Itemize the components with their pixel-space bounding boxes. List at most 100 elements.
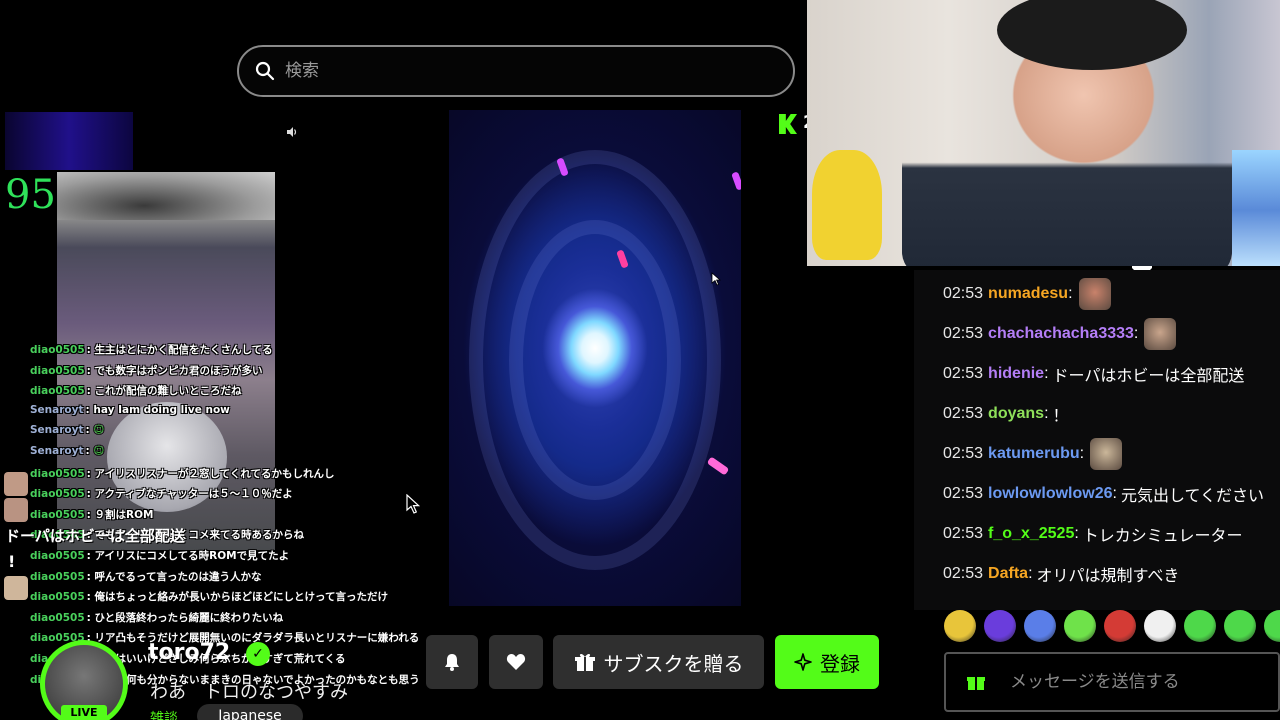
chat-timestamp: 02:53 — [943, 325, 984, 342]
chat-timestamp: 02:53 — [943, 565, 984, 582]
chat-username[interactable]: Dafta — [988, 565, 1028, 583]
search-input[interactable] — [285, 61, 765, 81]
chat-timestamp: 02:53 — [943, 485, 984, 502]
overlay-chat-user: diao0505 — [30, 344, 85, 356]
emote-icon[interactable] — [1064, 610, 1096, 642]
gift-sub-button[interactable]: サブスクを贈る — [553, 635, 764, 689]
chat-timestamp: 02:53 — [943, 365, 984, 382]
search-icon — [255, 61, 275, 81]
overlay-ticker: ドーパはホビーは全部配送 — [5, 527, 185, 545]
volume-icon[interactable] — [286, 126, 298, 138]
overlay-chat-sep: : — [86, 488, 95, 501]
chat-timestamp: 02:53 — [943, 445, 984, 462]
chat-input-box[interactable] — [944, 652, 1280, 712]
chat-separator: : — [1028, 565, 1033, 582]
chat-username[interactable]: numadesu — [988, 285, 1068, 303]
chat-emote-icon — [1090, 438, 1123, 470]
overlay-chat-sep: : — [86, 550, 95, 562]
chat-username[interactable]: doyans — [988, 405, 1044, 423]
overlay-chat-line: diao0505: 呼んでるって言ったのは違う人かな — [30, 569, 261, 589]
overlay-chat-user: diao0505 — [30, 364, 85, 377]
chat-username[interactable]: lowlowlowlow26 — [988, 485, 1112, 503]
chat-message: 02:53 katumerubu: — [943, 434, 1123, 474]
overlay-chat-text: 俺はちょっと絡みが長いからほどほどにしとけって言っただけ — [94, 591, 388, 604]
emote-icon[interactable] — [1104, 610, 1136, 642]
overlay-chat-sep: : — [86, 467, 95, 480]
overlay-chat-text: これが配信の難しいところだね — [94, 385, 242, 398]
spark — [706, 456, 730, 476]
overlay-chat-sep: : — [86, 591, 95, 604]
chat-text: トレカシミュレーター — [1082, 528, 1243, 545]
chat-input[interactable] — [1010, 672, 1270, 692]
chat-separator: : — [1133, 325, 1139, 342]
camera-plush — [812, 150, 882, 260]
chat-text: 元気出してください — [1120, 488, 1264, 505]
chat-emote-icon — [1078, 278, 1111, 310]
chat-username[interactable]: chachachacha3333 — [988, 325, 1134, 343]
chat-timestamp: 02:53 — [943, 405, 984, 422]
chat-separator: : — [1068, 285, 1073, 302]
chat-emote-icon — [1144, 318, 1177, 350]
gift-sub-label: サブスクを贈る — [603, 651, 744, 676]
overlay-chat-user: Senaroyt — [30, 424, 84, 437]
search-bar[interactable] — [237, 45, 795, 97]
gift-box-icon — [574, 653, 595, 671]
overlay-chat-line: diao0505: アクティブなチャッターは５〜１０％だよ — [30, 486, 293, 506]
overlay-chat-sep: : — [86, 385, 95, 398]
overlay-chat-line: diao0505: ひと段落終わったら綺麗に終わりたいね — [30, 610, 283, 630]
language-tag[interactable]: Japanese — [197, 704, 303, 720]
chat-separator: : — [1044, 405, 1049, 422]
overlay-chat-text: ☺ — [93, 445, 105, 457]
overlay-chat-user: diao0505 — [30, 591, 85, 604]
chat-username[interactable]: katumerubu — [988, 445, 1080, 463]
sparkle-icon — [794, 653, 812, 671]
bell-icon — [445, 654, 459, 671]
emote-icon[interactable] — [944, 610, 976, 642]
overlay-chat: diao0505: 生主はとにかく配信をたくさんしてる diao0505: でも数… — [30, 342, 440, 692]
overlay-chat-user: Senaroyt — [30, 445, 84, 457]
chat-text: ドーパはホビーは全部配送 — [1052, 368, 1245, 385]
chat-separator: : — [1079, 445, 1085, 462]
overlay-chat-line: diao0505: 生主はとにかく配信をたくさんしてる — [30, 342, 273, 362]
chat-username[interactable]: hidenie — [988, 365, 1044, 383]
overlay-chat-line: Senaroyt: ☺ — [30, 424, 104, 444]
subscribe-label: 登録 — [820, 651, 860, 676]
emote-icon[interactable] — [984, 610, 1016, 642]
overlay-chat-sep: : — [86, 508, 95, 521]
emote-icon[interactable] — [1224, 610, 1256, 642]
overlay-chat-user: diao0505 — [30, 467, 85, 480]
avatar — [4, 498, 28, 522]
stream-title: わあ トロのなつやすみ — [150, 682, 348, 703]
camera-hair — [57, 172, 275, 220]
overlay-chat-user: diao0505 — [30, 488, 85, 501]
overlay-chat-text: でも数字はポンピカ君のほうが多い — [94, 364, 263, 377]
emote-icon[interactable] — [1184, 610, 1216, 642]
chat-message: 02:53 lowlowlowlow26: 元気出してください — [943, 474, 1264, 514]
chat-text: ！ — [1052, 408, 1069, 425]
overlay-chat-line: diao0505: 俺はちょっと絡みが長いからほどほどにしとけって言っただけ — [30, 589, 388, 609]
chat-username[interactable]: f_o_x_2525 — [988, 525, 1074, 543]
gift-icon[interactable] — [966, 672, 986, 692]
streamer-name[interactable]: toro72 — [148, 640, 230, 665]
emote-icon[interactable] — [1144, 610, 1176, 642]
overlay-exclaim: ! — [8, 552, 16, 571]
overlay-chat-user: diao0505 — [30, 508, 85, 521]
verified-icon: ✓ — [246, 642, 270, 666]
chat-separator: : — [1112, 485, 1117, 502]
overlay-chat-user: diao0505 — [30, 611, 85, 624]
chat-message: 02:53 hidenie: ドーパはホビーは全部配送 — [943, 354, 1244, 394]
follow-button[interactable] — [489, 635, 543, 689]
overlay-chat-sep: : — [86, 344, 95, 356]
overlay-chat-text: ☺ — [93, 424, 105, 437]
overlay-chat-line: diao0505: アイリスリスナーが２窓してくれてるかもしれんし — [30, 466, 335, 486]
emote-icon[interactable] — [1024, 610, 1056, 642]
chat-message: 02:53 f_o_x_2525: トレカシミュレーター — [943, 514, 1242, 554]
pointer-icon — [711, 272, 721, 286]
emote-icon[interactable] — [1264, 610, 1280, 642]
overlay-counter: 95 — [5, 172, 56, 218]
overlay-chat-user: diao0505 — [30, 570, 85, 583]
notification-button[interactable] — [426, 635, 478, 689]
subscribe-button[interactable]: 登録 — [775, 635, 879, 689]
tunnel-ring — [509, 220, 681, 500]
stream-category[interactable]: 雑談 — [150, 708, 178, 720]
